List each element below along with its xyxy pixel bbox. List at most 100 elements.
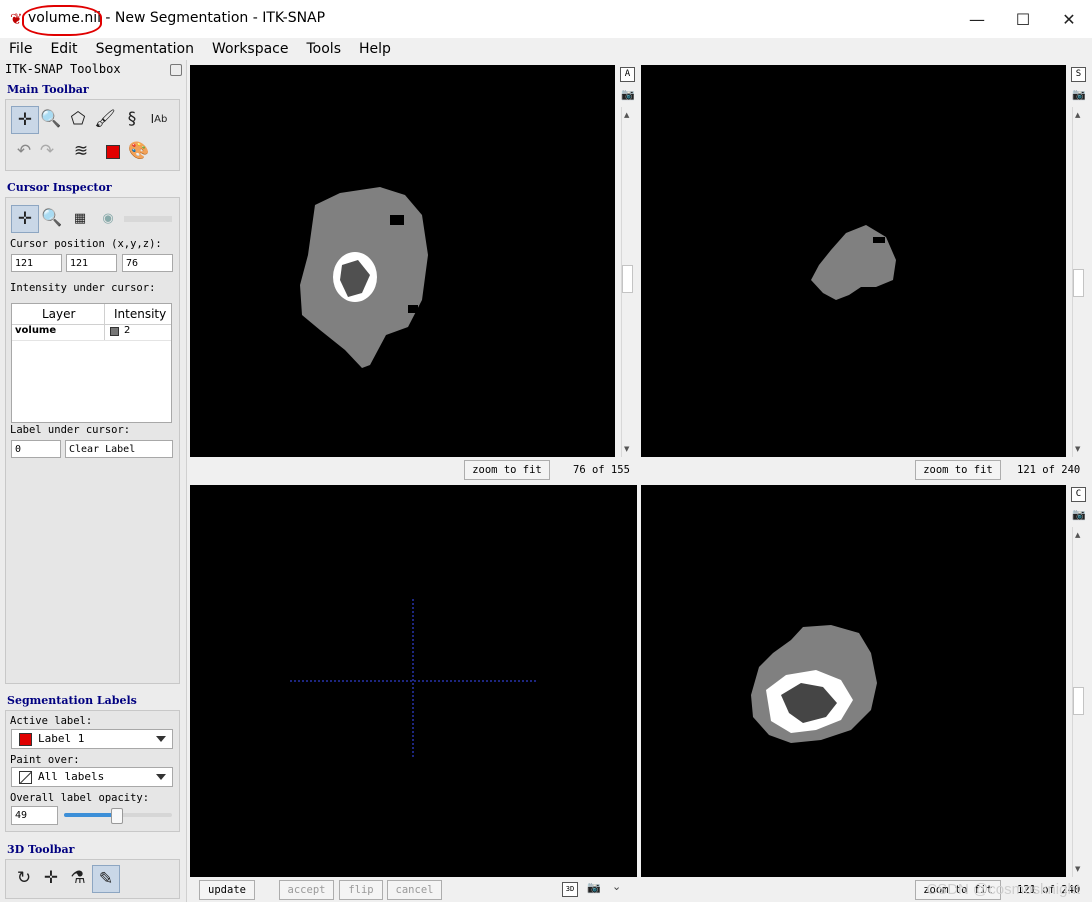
- column-header-intensity[interactable]: Intensity: [114, 307, 166, 321]
- cancel-button[interactable]: cancel: [387, 880, 442, 900]
- opacity-slider-handle[interactable]: [111, 808, 123, 824]
- column-header-layer[interactable]: Layer: [42, 307, 75, 321]
- scroll-up-icon[interactable]: ▲: [1075, 531, 1080, 539]
- toolbar-3d-panel: ↻ ✛ ⚗ ✎: [5, 859, 180, 899]
- layers-icon[interactable]: ≋: [68, 138, 94, 164]
- title-bar: ❦ volume.nii - New Segmentation - ITK-SN…: [0, 0, 1092, 38]
- cursor-x-field[interactable]: 121: [11, 254, 62, 272]
- scalpel-3d-icon[interactable]: ✎: [92, 865, 120, 893]
- maximize-button[interactable]: ☐: [1000, 0, 1046, 38]
- annotation-tool-icon[interactable]: I Ab: [146, 106, 172, 132]
- sagittal-camera-icon[interactable]: 📷: [1072, 88, 1086, 101]
- label-color-icon[interactable]: [106, 145, 120, 159]
- axial-zoom-to-fit-button[interactable]: zoom to fit: [464, 460, 550, 480]
- itk-snap-icon: ❦: [10, 10, 23, 28]
- main-toolbar-panel: ✛ 🔍 ⬠ 🖌 § I Ab ↶ ↷ ≋ 🎨: [5, 99, 180, 171]
- sagittal-scroll-thumb[interactable]: [1073, 269, 1084, 297]
- title-rest: - New Segmentation - ITK-SNAP: [100, 10, 326, 26]
- axial-camera-icon[interactable]: 📷: [621, 88, 635, 101]
- 3d-camera-icon[interactable]: 📷: [587, 881, 601, 894]
- menu-tools[interactable]: Tools: [298, 38, 351, 60]
- undock-icon[interactable]: [170, 64, 182, 76]
- update-button[interactable]: update: [199, 880, 255, 900]
- menu-segmentation[interactable]: Segmentation: [87, 38, 203, 60]
- polygon-tool-icon[interactable]: ⬠: [65, 106, 91, 132]
- sagittal-scrollbar[interactable]: ▲ ▼: [1072, 107, 1084, 457]
- snake-tool-icon[interactable]: §: [119, 106, 145, 132]
- coronal-scroll-thumb[interactable]: [1073, 687, 1084, 715]
- red-annotation-circle: [22, 5, 102, 36]
- opacity-label: Overall label opacity:: [10, 792, 150, 804]
- paint-over-select[interactable]: All labels: [11, 767, 173, 787]
- zoom-tab-icon[interactable]: 🔍: [39, 205, 65, 231]
- axial-scrollbar[interactable]: ▲ ▼: [621, 107, 633, 457]
- coronal-scrollbar[interactable]: ▲ ▼: [1072, 527, 1084, 877]
- close-button[interactable]: ✕: [1046, 0, 1092, 38]
- spray-3d-icon[interactable]: ⚗: [65, 865, 91, 891]
- scroll-up-icon[interactable]: ▲: [624, 111, 629, 119]
- expand-chevron-icon[interactable]: ⌄: [612, 880, 621, 893]
- intensity-table: Layer Intensity volume 2: [11, 303, 172, 423]
- axial-orientation-badge[interactable]: A: [620, 67, 635, 82]
- 3d-crosshair: [290, 599, 536, 757]
- crosshair-3d-icon[interactable]: ✛: [38, 865, 64, 891]
- axial-slice-counter: 76 of 155: [573, 464, 630, 476]
- sagittal-image: [811, 225, 896, 300]
- axial-spacer: [370, 365, 371, 366]
- table-row[interactable]: volume 2: [12, 324, 171, 341]
- cursor-y-field[interactable]: 121: [66, 254, 117, 272]
- crosshair-tab-icon[interactable]: ✛: [11, 205, 39, 233]
- sagittal-zoom-to-fit-button[interactable]: zoom to fit: [915, 460, 1001, 480]
- opacity-slider[interactable]: [64, 808, 172, 824]
- accept-button[interactable]: accept: [279, 880, 334, 900]
- crosshair-tool-icon[interactable]: ✛: [11, 106, 39, 134]
- table-header: Layer Intensity: [12, 304, 171, 325]
- opacity-field[interactable]: 49: [11, 806, 58, 825]
- active-label-select[interactable]: Label 1: [11, 729, 173, 749]
- axial-image: [300, 187, 428, 368]
- palette-icon[interactable]: 🎨: [126, 138, 152, 164]
- main-toolbar-title: Main Toolbar: [7, 83, 89, 96]
- menu-workspace[interactable]: Workspace: [203, 38, 298, 60]
- paint-over-value: All labels: [38, 770, 105, 783]
- scroll-down-icon[interactable]: ▼: [1075, 445, 1080, 453]
- menu-help[interactable]: Help: [350, 38, 400, 60]
- column-divider: [104, 324, 105, 340]
- coronal-view[interactable]: [641, 485, 1066, 877]
- cursor-inspector-title: Cursor Inspector: [7, 181, 112, 194]
- scroll-down-icon[interactable]: ▼: [624, 445, 629, 453]
- toolbar-3d-title: 3D Toolbar: [7, 843, 75, 856]
- active-label-swatch-icon: [19, 733, 32, 746]
- zoom-tool-icon[interactable]: 🔍: [38, 106, 64, 132]
- toolbox-title: ITK-SNAP Toolbox: [5, 62, 121, 76]
- flip-button[interactable]: flip: [339, 880, 383, 900]
- table-tab-icon[interactable]: ▦: [67, 205, 93, 231]
- sync-tab-icon[interactable]: ◉: [95, 205, 121, 231]
- axial-view[interactable]: [190, 65, 615, 457]
- redo-icon[interactable]: ↷: [34, 138, 60, 164]
- sagittal-view[interactable]: [641, 65, 1066, 457]
- coronal-orientation-badge[interactable]: C: [1071, 487, 1086, 502]
- intensity-label: Intensity under cursor:: [10, 282, 156, 294]
- minimize-button[interactable]: —: [954, 0, 1000, 38]
- opacity-slider-fill: [64, 813, 117, 817]
- row-intensity-value: 2: [124, 325, 131, 336]
- paintbrush-tool-icon[interactable]: 🖌: [92, 106, 118, 132]
- rotate-3d-icon[interactable]: ↻: [11, 865, 37, 891]
- scroll-up-icon[interactable]: ▲: [1075, 111, 1080, 119]
- label-under-cursor-label: Label under cursor:: [10, 424, 131, 436]
- axial-scroll-thumb[interactable]: [622, 265, 633, 293]
- 3d-badge[interactable]: 3D: [562, 882, 578, 897]
- close-icon: ✕: [1062, 9, 1076, 29]
- menu-edit[interactable]: Edit: [41, 38, 86, 60]
- menu-file[interactable]: File: [0, 38, 41, 60]
- segmentation-labels-title: Segmentation Labels: [7, 694, 137, 707]
- coronal-camera-icon[interactable]: 📷: [1072, 508, 1086, 521]
- row-layer-name: volume: [15, 325, 57, 336]
- label-name-field: Clear Label: [65, 440, 173, 458]
- 3d-view[interactable]: [190, 485, 637, 877]
- scroll-down-icon[interactable]: ▼: [1075, 865, 1080, 873]
- sagittal-orientation-badge[interactable]: S: [1071, 67, 1086, 82]
- cursor-z-field[interactable]: 76: [122, 254, 173, 272]
- paint-over-label: Paint over:: [10, 754, 80, 766]
